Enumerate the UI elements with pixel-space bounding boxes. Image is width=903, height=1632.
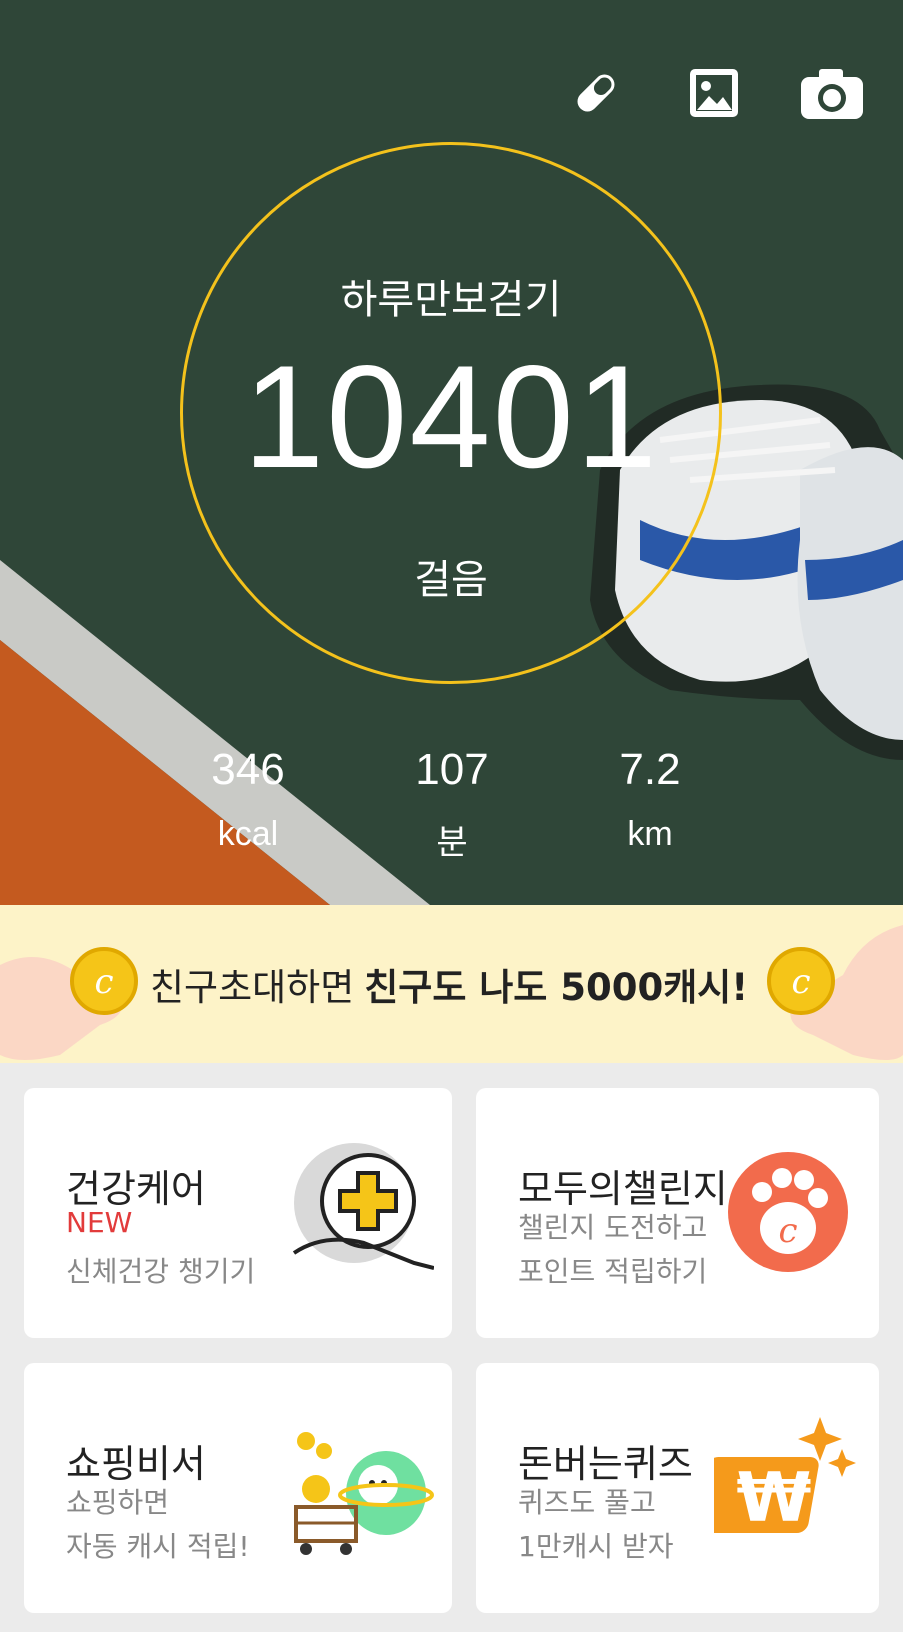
hand-holding-coin-right-icon: c <box>767 925 903 1060</box>
money-quiz-card[interactable]: 돈버는퀴즈 퀴즈도 풀고 1만캐시 받자 ₩ <box>476 1363 879 1613</box>
card-title: 모두의챌린지 <box>518 1167 728 1211</box>
banner-text: 친구초대하면 <box>150 966 355 1009</box>
distance-stat: 7.2 km <box>570 745 730 854</box>
health-care-card[interactable]: 건강케어 NEW 신체건강 챙기기 <box>24 1088 452 1338</box>
step-goal-ring[interactable]: 하루만보걷기 10401 걸음 <box>180 142 722 684</box>
card-subtitle: 신체건강 챙기기 <box>66 1255 256 1288</box>
duration-unit: 분 <box>436 824 468 862</box>
invite-friend-banner[interactable]: c 친구초대하면 친구도 나도 5000캐시! c <box>0 905 903 1063</box>
hand-holding-coin-icon: c <box>0 947 138 1060</box>
card-subtitle-2: 포인트 적립하기 <box>518 1255 708 1288</box>
image-icon[interactable] <box>673 52 755 134</box>
distance-unit: km <box>627 815 673 853</box>
step-unit: 걸음 <box>414 557 488 603</box>
card-title: 돈버는퀴즈 <box>518 1442 693 1486</box>
distance-value: 7.2 <box>619 745 681 794</box>
card-subtitle-2: 자동 캐시 적립! <box>66 1530 250 1563</box>
health-plus-icon <box>292 1143 434 1270</box>
shopping-character-icon <box>294 1432 434 1555</box>
card-subtitle: 쇼핑하면 <box>66 1486 170 1519</box>
card-subtitle-2: 1만캐시 받자 <box>518 1530 674 1563</box>
step-counter-hero: 하루만보걷기 10401 걸음 346 kcal 107 분 7.2 km <box>0 0 903 905</box>
card-title: 쇼핑비서 <box>66 1442 206 1486</box>
calories-value: 346 <box>211 745 285 794</box>
calories-unit: kcal <box>217 815 279 853</box>
won-sparkle-icon: ₩ <box>714 1417 856 1538</box>
svg-text:c: c <box>94 962 113 1002</box>
banner-highlight: 친구도 나도 5000캐시! <box>364 966 749 1009</box>
challenge-title: 하루만보걷기 <box>340 277 562 323</box>
duration-stat: 107 분 <box>372 745 532 864</box>
shopping-assistant-card[interactable]: 쇼핑비서 쇼핑하면 자동 캐시 적립! <box>24 1363 452 1613</box>
pill-icon[interactable] <box>555 52 637 134</box>
svg-text:₩: ₩ <box>736 1459 811 1538</box>
banner-message: 친구초대하면 친구도 나도 5000캐시! <box>150 905 748 1063</box>
svg-text:c: c <box>778 1211 797 1251</box>
step-count: 10401 <box>243 335 659 498</box>
duration-value: 107 <box>415 745 489 794</box>
card-subtitle: 퀴즈도 풀고 <box>518 1486 656 1519</box>
camera-icon[interactable] <box>791 52 873 134</box>
svg-text:c: c <box>791 962 810 1002</box>
calories-stat: 346 kcal <box>168 745 328 854</box>
challenge-card[interactable]: 모두의챌린지 챌린지 도전하고 포인트 적립하기 c <box>476 1088 879 1338</box>
toolbar <box>555 52 873 134</box>
new-badge: NEW <box>66 1206 133 1239</box>
card-subtitle: 챌린지 도전하고 <box>518 1211 708 1244</box>
paw-coin-icon: c <box>728 1152 848 1272</box>
card-title: 건강케어 <box>66 1167 206 1211</box>
